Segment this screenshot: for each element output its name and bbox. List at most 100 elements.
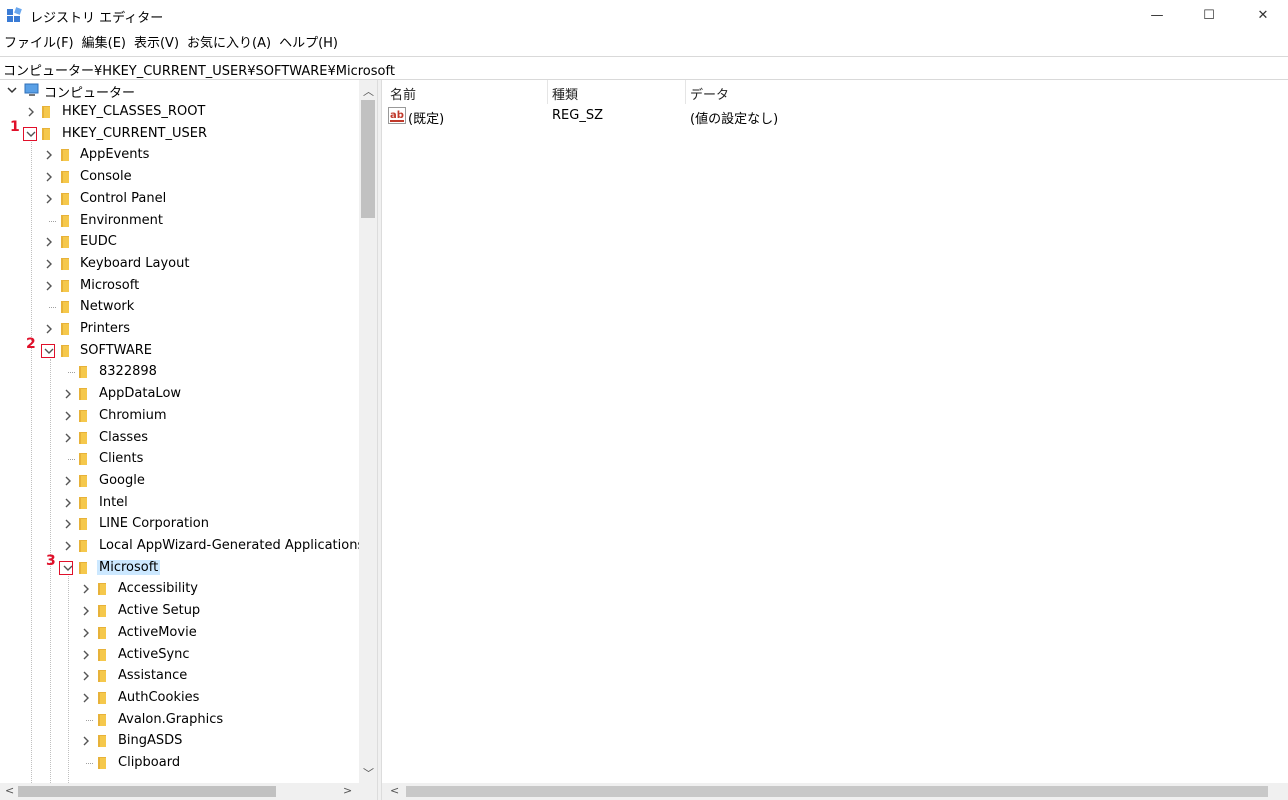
tree-item[interactable]: Active Setup [0,601,359,622]
tree-item[interactable]: Network [0,297,359,318]
chevron-right-icon[interactable] [62,540,74,552]
tree-item[interactable]: Classes [0,428,359,449]
menu-favorites[interactable]: お気に入り(A) [183,33,275,55]
chevron-right-icon[interactable] [25,106,37,118]
tree-item[interactable]: LINE Corporation [0,514,359,535]
tree-item[interactable]: Intel [0,493,359,514]
minimize-button[interactable]: — [1134,0,1180,30]
tree-item[interactable]: HKEY_CURRENT_USER [0,124,359,145]
menu-file[interactable]: ファイル(F) [0,33,78,55]
list-hscroll-thumb[interactable] [406,786,1268,797]
tree-item-label[interactable]: Microsoft [97,559,161,575]
tree-item[interactable]: AuthCookies [0,688,359,709]
chevron-right-icon[interactable] [43,280,55,292]
tree-item[interactable]: BingASDS [0,731,359,752]
scroll-down-arrow-icon[interactable]: ﹀ [363,765,374,781]
menu-help[interactable]: ヘルプ(H) [275,33,342,55]
chevron-right-icon[interactable] [62,497,74,509]
tree-item-label[interactable]: Assistance [118,668,187,683]
tree-vertical-scrollbar[interactable]: ︿ ﹀ [359,80,377,783]
tree-item-label[interactable]: Clipboard [118,755,180,770]
column-header-name[interactable]: 名前 [390,84,416,103]
tree-item-label[interactable]: BingASDS [118,733,182,748]
list-horizontal-scrollbar[interactable]: < [382,783,1288,800]
tree-item[interactable]: Keyboard Layout [0,254,359,275]
chevron-right-icon[interactable] [80,649,92,661]
column-separator[interactable] [547,80,548,104]
maximize-button[interactable]: ☐ [1186,0,1232,30]
chevron-right-icon[interactable] [80,605,92,617]
tree-item-label[interactable]: Environment [80,213,163,228]
tree-item[interactable]: Printers [0,319,359,340]
tree-item[interactable]: ActiveMovie [0,623,359,644]
column-separator[interactable] [685,80,686,104]
chevron-right-icon[interactable] [62,518,74,530]
chevron-right-icon[interactable] [43,258,55,270]
tree-item[interactable]: Chromium [0,406,359,427]
tree-item-label[interactable]: 8322898 [99,364,157,379]
tree-item[interactable]: Console [0,167,359,188]
value-row[interactable]: ab (既定) REG_SZ (値の設定なし) [382,106,1288,127]
tree-item-label[interactable]: LINE Corporation [99,516,209,531]
chevron-right-icon[interactable] [62,432,74,444]
tree-item[interactable]: Microsoft [0,276,359,297]
tree-item-label[interactable]: SOFTWARE [80,343,152,358]
chevron-right-icon[interactable] [62,475,74,487]
chevron-right-icon[interactable] [62,410,74,422]
chevron-right-icon[interactable] [43,171,55,183]
chevron-right-icon[interactable] [80,627,92,639]
value-list[interactable]: 名前 種類 データ ab (既定) REG_SZ (値の設定なし) [382,80,1288,800]
address-path[interactable]: コンピューター¥HKEY_CURRENT_USER¥SOFTWARE¥Micro… [3,60,395,79]
chevron-right-icon[interactable] [80,692,92,704]
tree-scroll-thumb[interactable] [361,100,375,218]
address-bar[interactable]: コンピューター¥HKEY_CURRENT_USER¥SOFTWARE¥Micro… [0,56,1288,80]
tree-item-label[interactable]: EUDC [80,234,117,249]
chevron-right-icon[interactable] [80,735,92,747]
tree-item-label[interactable]: Keyboard Layout [80,256,189,271]
tree-item-label[interactable]: Google [99,473,145,488]
tree-item-label[interactable]: Classes [99,430,148,445]
tree-item-label[interactable]: Console [80,169,132,184]
tree-item-label[interactable]: HKEY_CLASSES_ROOT [62,104,205,119]
tree-item-label[interactable]: Microsoft [80,278,139,293]
tree-item-label[interactable]: Chromium [99,408,167,423]
chevron-down-icon[interactable] [6,84,18,96]
tree-item[interactable]: Google [0,471,359,492]
tree-hscroll-thumb[interactable] [18,786,276,797]
column-header-type[interactable]: 種類 [552,84,578,103]
tree-item-label[interactable]: Avalon.Graphics [118,712,223,727]
tree-item-label[interactable]: Clients [99,451,143,466]
menu-view[interactable]: 表示(V) [130,33,183,55]
tree-horizontal-scrollbar[interactable]: < > [0,783,359,800]
tree-item[interactable]: AppEvents [0,145,359,166]
chevron-right-icon[interactable] [43,149,55,161]
tree-item-label[interactable]: Local AppWizard-Generated Applications [99,538,364,553]
tree-item[interactable]: Assistance [0,666,359,687]
tree-item[interactable]: Control Panel [0,189,359,210]
tree-item-label[interactable]: AuthCookies [118,690,199,705]
tree-item-label[interactable]: AppEvents [80,147,149,162]
tree-item-label[interactable]: Control Panel [80,191,166,206]
tree-item[interactable]: Accessibility [0,579,359,600]
tree-item[interactable]: Clipboard [0,753,359,774]
close-button[interactable]: ✕ [1240,0,1286,30]
tree-item[interactable]: Environment [0,211,359,232]
tree-item-label[interactable]: Network [80,299,134,314]
tree-root-label[interactable]: コンピューター [44,82,135,101]
chevron-right-icon[interactable] [62,388,74,400]
chevron-right-icon[interactable] [43,236,55,248]
tree-item-label[interactable]: Intel [99,495,128,510]
tree-item[interactable]: 8322898 [0,362,359,383]
tree-item[interactable]: HKEY_CLASSES_ROOT [0,102,359,123]
key-tree[interactable]: コンピューター HKEY_CLASSES_ROOT HKEY_CURRENT_US… [0,80,377,800]
menu-edit[interactable]: 編集(E) [78,33,130,55]
value-name[interactable]: (既定) [408,108,444,127]
chevron-right-icon[interactable] [80,583,92,595]
tree-item[interactable]: EUDC [0,232,359,253]
scroll-left-arrow-icon[interactable]: < [390,784,399,797]
tree-item-label[interactable]: Accessibility [118,581,198,596]
tree-item-label[interactable]: HKEY_CURRENT_USER [62,126,207,141]
scroll-up-arrow-icon[interactable]: ︿ [363,83,374,99]
tree-item-label[interactable]: AppDataLow [99,386,181,401]
chevron-right-icon[interactable] [80,670,92,682]
